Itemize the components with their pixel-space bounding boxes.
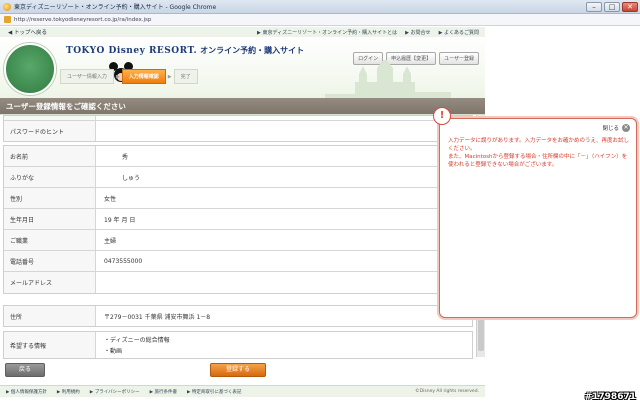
field-value: 秀 (122, 153, 129, 161)
footer-link[interactable]: ▶ プライバシーポリシー (90, 389, 140, 395)
table-row: ふりがな しゅう (4, 167, 472, 188)
table-row: メールアドレス (4, 272, 472, 293)
close-window-button[interactable]: ✕ (622, 1, 638, 12)
close-icon[interactable]: ✕ (622, 124, 630, 132)
maximize-button[interactable]: □ (604, 1, 620, 12)
back-to-top-link[interactable]: ◀ トップへ戻る (8, 28, 257, 36)
section-header-bar: ユーザー登録情報をご確認ください (0, 98, 485, 114)
minimize-button[interactable]: – (586, 1, 602, 12)
contact-link[interactable]: ▶ お問合せ (405, 29, 430, 36)
error-message-line: 入力データに誤りがあります。入力データをお確かめのうえ、再度お試しください。 (448, 138, 629, 152)
form-table-address: 住所 〒279－0031 千葉県 浦安市舞浜 1－8 (3, 305, 473, 327)
form-table-top: パスワードのヒント (3, 115, 473, 142)
window-title: 東京ディズニーリゾート・オンライン予約・購入サイト - Google Chrom… (14, 4, 217, 11)
field-label: 生年月日 (4, 209, 96, 229)
table-row: ご職業 主婦 (4, 230, 472, 251)
chrome-icon (3, 2, 11, 11)
field-value: 〒279－0031 千葉県 浦安市舞浜 1－8 (104, 313, 211, 321)
field-label: お名前 (4, 146, 96, 166)
field-label: ふりがな (4, 167, 96, 187)
top-links: ▶ 東京ディズニーリゾート・オンライン予約・購入サイトとは ▶ お問合せ ▶ よ… (257, 29, 479, 36)
field-value: ・ディズニーの総合情報 ・動画 (96, 335, 170, 355)
address-bar[interactable]: http://reserve.tokyodisneyresort.co.jp/r… (0, 14, 640, 26)
field-value: 0473555000 (104, 257, 143, 265)
error-message: 入力データに誤りがあります。入力データをお確かめのうえ、再度お試しください。 ま… (448, 137, 632, 169)
alert-icon: ! (433, 107, 451, 125)
table-row: 生年月日 19 年 月 日 (4, 209, 472, 230)
site-header: TOKYO Disney RESORT. オンライン予約・購入サイト ユーザー情… (0, 37, 485, 115)
dialog-close-label[interactable]: 閉じる (602, 124, 619, 132)
error-message-line: また、Macintoshから登録する場合・住所欄の中に「－」（ハイフン）を使われ… (448, 154, 628, 168)
footer-link[interactable]: ▶ 特定商取引に基づく表記 (187, 389, 241, 395)
form-table-wants: 希望する情報 ・ディズニーの総合情報 ・動画 (3, 331, 473, 359)
copyright-text: ©Disney All rights reserved. (415, 389, 479, 394)
brand-logo-text: TOKYO Disney RESORT. (66, 46, 198, 56)
field-label: メールアドレス (4, 272, 96, 293)
wanted-info-item: ・動画 (104, 348, 123, 355)
page-icon (4, 16, 11, 23)
form-table-main: お名前 秀 ふりがな しゅう 性別 女性 生年月日 19 年 月 日 ご職業 主… (3, 145, 473, 294)
window-titlebar: 東京ディズニーリゾート・オンライン予約・購入サイト - Google Chrom… (0, 0, 640, 14)
field-value: 女性 (104, 195, 117, 203)
table-row: 性別 女性 (4, 188, 472, 209)
field-label: ご職業 (4, 230, 96, 250)
page-viewport: ◀ トップへ戻る ▶ 東京ディズニーリゾート・オンライン予約・購入サイトとは ▶… (0, 27, 640, 404)
wanted-info-item: ・ディズニーの総合情報 (104, 337, 170, 344)
form-actions: 戻る 登録する (0, 361, 485, 381)
footer-link[interactable]: ▶ 利用規約 (57, 389, 80, 395)
back-button[interactable]: 戻る (5, 363, 45, 377)
field-label: パスワードのヒント (4, 121, 96, 141)
url-text[interactable]: http://reserve.tokyodisneyresort.co.jp/r… (14, 17, 151, 23)
table-row: お名前 秀 (4, 146, 472, 167)
table-row: 希望する情報 ・ディズニーの総合情報 ・動画 (4, 332, 472, 358)
step-complete: 完了 (173, 69, 198, 84)
step-arrow-icon: ▶ (167, 73, 172, 80)
table-row: パスワードのヒント (4, 121, 472, 141)
footer-bar: ▶ 個人情報保護方針 ▶ 利用規約 ▶ プライバシーポリシー ▶ 旅行条件書 ▶… (0, 385, 485, 397)
footer-links: ▶ 個人情報保護方針 ▶ 利用規約 ▶ プライバシーポリシー ▶ 旅行条件書 ▶… (6, 389, 415, 395)
section-title: ユーザー登録情報をご確認ください (6, 101, 126, 111)
field-label: 住所 (4, 306, 96, 326)
field-value: 19 年 月 日 (104, 216, 136, 224)
site-subtitle: オンライン予約・購入サイト (200, 46, 305, 55)
field-value: 主婦 (104, 237, 117, 245)
field-label: 電話番号 (4, 251, 96, 271)
register-button[interactable]: 登録する (210, 363, 266, 377)
watermark-id: #1798671 (584, 392, 636, 402)
table-row: 住所 〒279－0031 千葉県 浦安市舞浜 1－8 (4, 306, 472, 326)
footer-link[interactable]: ▶ 旅行条件書 (150, 389, 177, 395)
resort-logo-badge[interactable] (4, 43, 56, 95)
faq-link[interactable]: ▶ よくあるご質問 (439, 29, 479, 36)
field-label: 希望する情報 (4, 332, 96, 358)
site-title[interactable]: TOKYO Disney RESORT. オンライン予約・購入サイト (66, 45, 304, 56)
dialog-close[interactable]: 閉じる ✕ (602, 124, 630, 132)
step-arrow-icon: ▶ (115, 73, 120, 80)
table-row: 電話番号 0473555000 (4, 251, 472, 272)
progress-steps: ユーザー情報入力 ▶ 入力情報確認 ▶ 完了 (60, 69, 198, 84)
top-strip: ◀ トップへ戻る ▶ 東京ディズニーリゾート・オンライン予約・購入サイトとは ▶… (0, 27, 485, 37)
step-user-input: ユーザー情報入力 (60, 69, 114, 84)
error-dialog: ! 閉じる ✕ 入力データに誤りがあります。入力データをお確かめのうえ、再度お試… (433, 107, 637, 318)
field-label: 性別 (4, 188, 96, 208)
about-site-link[interactable]: ▶ 東京ディズニーリゾート・オンライン予約・購入サイトとは (257, 29, 397, 36)
step-confirm: 入力情報確認 (121, 69, 166, 84)
footer-link[interactable]: ▶ 個人情報保護方針 (6, 389, 47, 395)
field-value: しゅう (122, 174, 141, 182)
